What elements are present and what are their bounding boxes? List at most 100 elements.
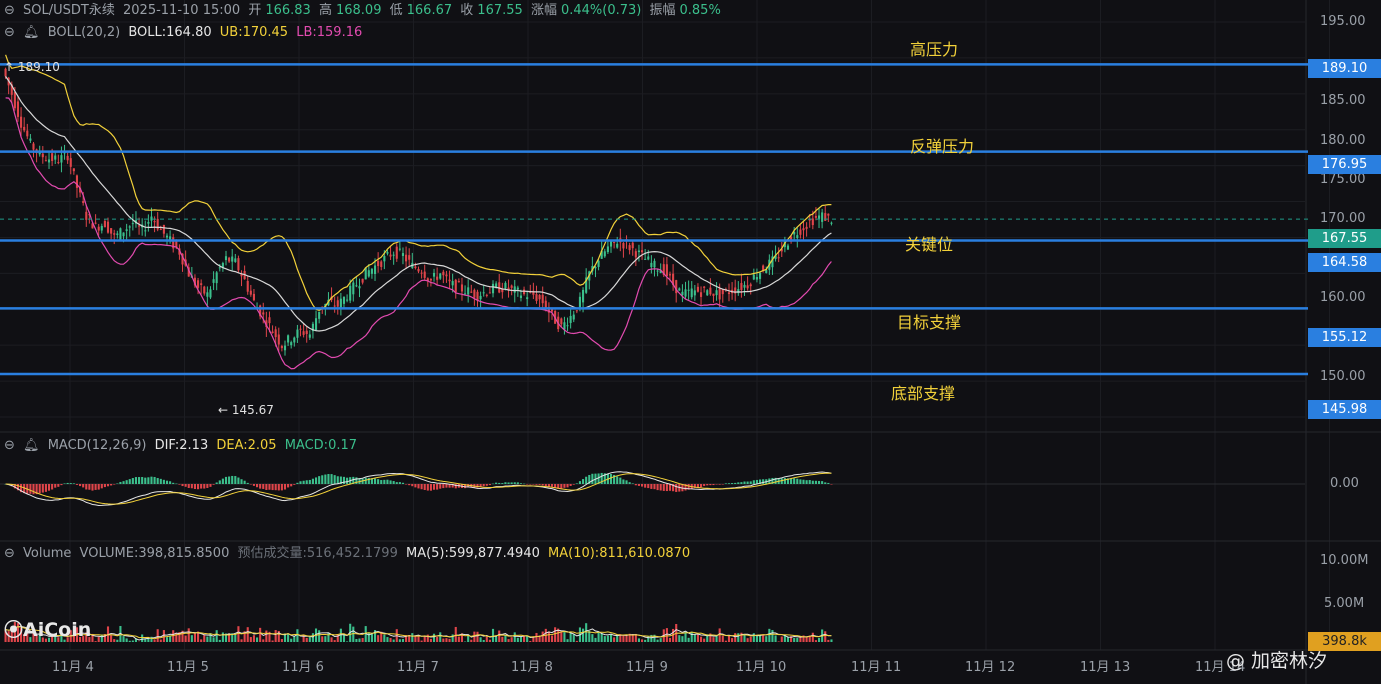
macd-hist-bar xyxy=(566,484,569,488)
collapse-icon[interactable]: ⊖ xyxy=(4,546,15,561)
macd-hist-bar xyxy=(66,482,69,484)
macd-hist-bar xyxy=(523,483,526,485)
candle-body xyxy=(805,226,808,229)
macd-hist-bar xyxy=(436,484,439,490)
candle-body xyxy=(786,245,790,250)
volume-bar xyxy=(625,635,628,642)
level-price-badge: 189.10 xyxy=(1308,59,1381,78)
candle-body xyxy=(488,292,491,294)
macd-hist-bar xyxy=(715,484,718,485)
volume-bar xyxy=(454,626,457,642)
macd-hist-bar xyxy=(445,484,448,488)
macd-hist-bar xyxy=(218,480,221,484)
macd-hist-bar xyxy=(172,482,175,484)
volume-bar xyxy=(200,639,203,642)
collapse-icon[interactable]: ⊖ xyxy=(4,3,15,18)
candle-body xyxy=(603,251,606,257)
macd-hist-bar xyxy=(575,483,578,484)
date-tick: 11月 5 xyxy=(167,660,209,675)
candle-body xyxy=(128,226,131,228)
macd-hist-bar xyxy=(119,481,122,484)
volume-bar xyxy=(743,634,746,642)
candle-body xyxy=(100,225,103,231)
macd-hist-bar xyxy=(377,479,380,484)
candle-body xyxy=(252,293,255,301)
candle-body xyxy=(280,345,283,349)
macd-axis-tick: 0.00 xyxy=(1330,476,1359,491)
candle-body xyxy=(44,160,47,162)
volume-bar xyxy=(439,632,442,642)
candle-body xyxy=(392,254,395,256)
volume-bar xyxy=(206,636,209,642)
candle-body xyxy=(271,331,274,334)
macd-hist-bar xyxy=(395,482,398,484)
collapse-icon[interactable]: ⊖ xyxy=(4,438,15,453)
volume-bar xyxy=(678,635,681,642)
candle-body xyxy=(150,216,153,221)
collapse-icon[interactable]: ⊖ xyxy=(4,25,15,40)
macd-name[interactable]: MACD(12,26,9) xyxy=(48,438,147,453)
macd-hist-bar xyxy=(703,484,706,487)
volume-bar xyxy=(212,637,215,642)
macd-hist-bar xyxy=(200,484,203,489)
volume-bar xyxy=(296,629,299,642)
candle-body xyxy=(82,201,85,203)
candle-body xyxy=(513,286,516,293)
macd-hist-bar xyxy=(634,484,637,486)
volume-bar xyxy=(498,630,501,642)
candle-body xyxy=(560,318,563,325)
macd-hist-bar xyxy=(82,484,85,488)
volume-bar xyxy=(280,639,283,642)
candle-body xyxy=(706,290,709,296)
symbol-label[interactable]: SOL/USDT永续 xyxy=(23,3,115,18)
bell-icon[interactable]: 🔔︎ xyxy=(23,438,40,453)
high-value: 168.09 xyxy=(335,3,382,18)
volume-header: ⊖ Volume VOLUME:398,815.8500 预估成交量:516,4… xyxy=(4,546,694,562)
macd-hist-bar xyxy=(386,479,389,484)
volume-bar xyxy=(153,639,156,642)
macd-hist-bar xyxy=(519,483,523,484)
volume-bar xyxy=(330,637,333,642)
candle-body xyxy=(727,292,731,295)
candle-body xyxy=(572,314,575,320)
candle-body xyxy=(147,221,150,224)
level-price-badge: 155.12 xyxy=(1308,328,1381,347)
macd-hist-bar xyxy=(675,484,678,492)
candle-body xyxy=(817,215,821,219)
macd-hist-bar xyxy=(296,482,299,484)
candle-body xyxy=(358,286,361,289)
candle-body xyxy=(684,289,687,297)
volume-bar xyxy=(97,636,100,642)
macd-hist-bar xyxy=(280,484,283,491)
macd-hist-bar xyxy=(255,484,259,488)
macd-hist-bar xyxy=(237,477,240,484)
volume-bar xyxy=(361,638,364,642)
candle-body xyxy=(495,283,498,288)
candle-body xyxy=(66,155,69,161)
volume-bar xyxy=(793,637,796,642)
macd-hist-bar xyxy=(54,484,57,488)
macd-hist-bar xyxy=(79,484,82,487)
macd-hist-bar xyxy=(821,481,824,484)
candle-body xyxy=(373,265,377,274)
aicoin-logo: ⦿AiCoin xyxy=(4,615,91,642)
macd-hist-bar xyxy=(221,478,224,484)
candle-body xyxy=(665,264,668,277)
volume-name[interactable]: Volume xyxy=(23,546,71,561)
macd-hist-bar xyxy=(709,484,712,486)
volume-bar xyxy=(777,641,780,642)
bell-icon[interactable]: 🔔︎ xyxy=(23,25,40,40)
volume-ma5: MA(5):599,877.4940 xyxy=(405,546,540,561)
volume-bar xyxy=(429,638,432,642)
macd-hist-bar xyxy=(544,484,547,487)
macd-hist-bar xyxy=(324,474,327,484)
volume-bar xyxy=(693,634,696,642)
candlestick-chart[interactable] xyxy=(0,0,1381,684)
macd-hist-bar xyxy=(746,481,749,484)
candle-body xyxy=(333,305,336,307)
candle-body xyxy=(389,254,392,257)
candle-body xyxy=(349,285,352,301)
boll-name[interactable]: BOLL(20,2) xyxy=(48,25,121,40)
candle-body xyxy=(827,213,830,216)
candle-body xyxy=(32,143,35,150)
